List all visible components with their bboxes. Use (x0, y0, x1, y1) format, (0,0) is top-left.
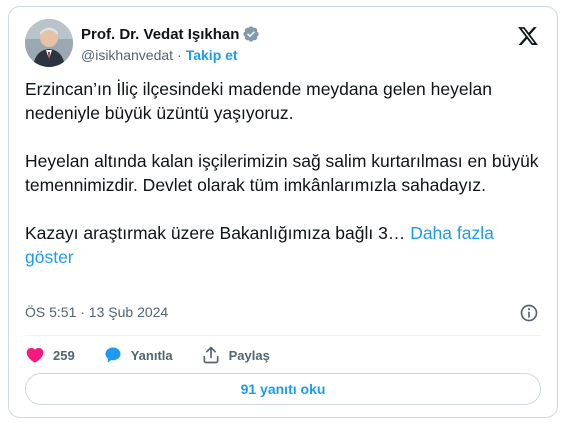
share-label: Paylaş (228, 347, 270, 363)
reply-button[interactable]: Yanıtla (103, 345, 173, 365)
reply-label: Yanıtla (130, 347, 173, 363)
like-button[interactable]: 259 (25, 345, 75, 365)
follow-button[interactable]: Takip et (186, 47, 238, 63)
x-logo-icon[interactable] (517, 25, 539, 47)
tweet-text: Erzincan’ın İliç ilçesindeki madende mey… (25, 77, 540, 269)
tweet-card: Prof. Dr. Vedat Işıkhan @isikhanvedat · … (8, 6, 558, 418)
tweet-paragraph-1: Erzincan’ın İliç ilçesindeki madende mey… (25, 79, 497, 123)
read-replies-button[interactable]: 91 yanıtı oku (25, 373, 541, 405)
tweet-timestamp[interactable]: ÖS 5:51 · 13 Şub 2024 (25, 304, 168, 320)
separator-dot: · (177, 47, 182, 63)
share-icon (203, 346, 219, 364)
info-icon[interactable] (519, 303, 539, 323)
tweet-paragraph-3: Kazayı araştırmak üzere Bakanlığımıza ba… (25, 223, 406, 243)
avatar[interactable] (25, 19, 73, 67)
like-count: 259 (53, 347, 75, 363)
speech-bubble-icon (105, 347, 121, 363)
author-name[interactable]: Prof. Dr. Vedat Işıkhan (81, 26, 239, 43)
divider (25, 335, 541, 336)
author-info: Prof. Dr. Vedat Işıkhan @isikhanvedat · … (81, 24, 260, 65)
heart-icon (26, 347, 44, 363)
verified-badge-icon (243, 26, 260, 42)
author-handle[interactable]: @isikhanvedat (81, 47, 173, 63)
share-button[interactable]: Paylaş (201, 345, 270, 365)
tweet-actions: 259 Yanıtla Paylaş (25, 344, 298, 366)
tweet-header: Prof. Dr. Vedat Işıkhan @isikhanvedat · … (25, 19, 541, 67)
tweet-paragraph-2: Heyelan altında kalan işçilerimizin sağ … (25, 151, 544, 195)
